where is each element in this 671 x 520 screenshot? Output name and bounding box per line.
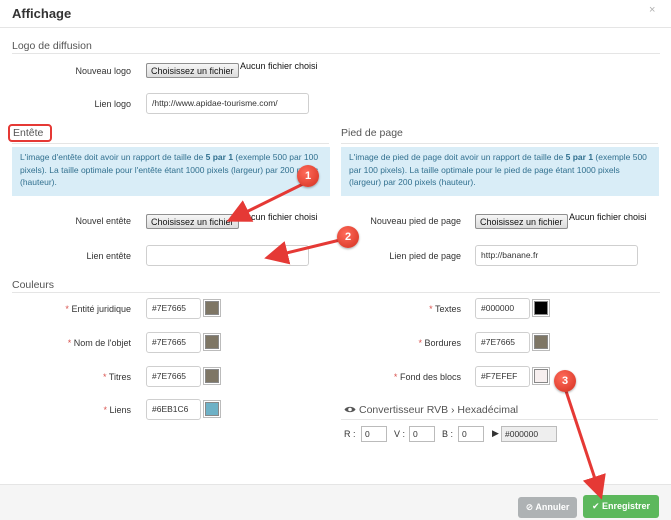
annotation-arrow-3	[564, 390, 606, 500]
annotation-badge-3: 3	[554, 370, 576, 392]
annotation-badge-1: 1	[297, 165, 319, 187]
annotation-arrow-1	[226, 182, 304, 222]
annotation-badge-2: 2	[337, 226, 359, 248]
annotation-arrows	[226, 182, 606, 500]
annotation-arrow-2	[264, 238, 341, 265]
